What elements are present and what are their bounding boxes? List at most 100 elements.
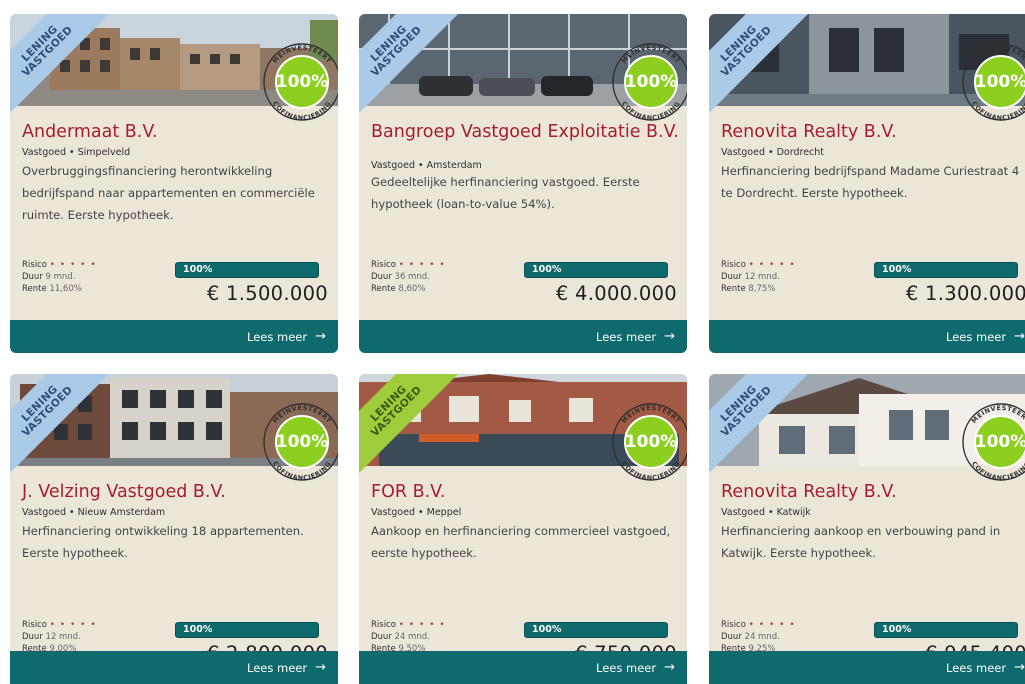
funding-progress-label: 100% [532, 624, 562, 635]
risk-dots: • • • • • [748, 620, 796, 630]
project-description: Herfinanciering aankoop en verbouwing pa… [721, 524, 1001, 560]
funding-progress-bar: 100% [175, 262, 319, 278]
arrow-right-icon: → [1014, 329, 1025, 344]
funding-progress-bar: 100% [874, 262, 1018, 278]
project-title[interactable]: Renovita Realty B.V. [721, 483, 1025, 501]
loan-facts: Risico • • • • • Duur 24 mnd. Rente 9,50… [371, 619, 446, 655]
interest-label: Rente [22, 284, 47, 294]
cofinancing-badge: MEINVESTEERT COFINANCIERING 100% [957, 398, 1025, 486]
cofinancing-badge: MEINVESTEERT COFINANCIERING 100% [258, 38, 338, 126]
read-more-label[interactable]: Lees meer [596, 661, 656, 675]
duration-value: 12 mnd. [744, 272, 780, 282]
read-more-button[interactable]: Lees meer → [709, 651, 1025, 684]
cofinancing-badge: MEINVESTEERT COFINANCIERING 100% [607, 398, 687, 486]
project-description: Aankoop en herfinanciering commercieel v… [371, 524, 671, 560]
loan-facts: Risico • • • • • Duur 36 mnd. Rente 8,60… [371, 259, 446, 295]
read-more-button[interactable]: Lees meer → [10, 651, 338, 684]
loan-facts: Risico • • • • • Duur 24 mnd. Rente 9,25… [721, 619, 796, 655]
read-more-label[interactable]: Lees meer [946, 661, 1006, 675]
project-description: Herfinanciering bedrijfspand Madame Curi… [721, 164, 1020, 200]
read-more-label[interactable]: Lees meer [247, 661, 307, 675]
badge-percent: 100% [275, 72, 329, 92]
funding-progress-label: 100% [183, 264, 213, 275]
interest-value: 8,60% [398, 284, 426, 294]
project-category: Vastgoed • Simpelveld [22, 147, 131, 158]
arrow-right-icon: → [664, 660, 675, 675]
risk-label: Risico [22, 620, 47, 630]
duration-value: 24 mnd. [394, 632, 430, 642]
risk-dots: • • • • • [398, 620, 446, 630]
duration-label: Duur [22, 272, 43, 282]
project-card[interactable]: LENING VASTGOED MEINVESTEERT COFINANCIER… [10, 14, 338, 353]
project-card[interactable]: LENING VASTGOED MEINVESTEERT COFINANCIER… [10, 374, 338, 684]
funding-progress-bar: 100% [874, 622, 1018, 638]
read-more-button[interactable]: Lees meer → [10, 320, 338, 353]
cofinancing-badge: MEINVESTEERT COFINANCIERING 100% [957, 38, 1025, 126]
interest-label: Rente [371, 284, 396, 294]
risk-label: Risico [371, 260, 396, 270]
project-title[interactable]: Bangroep Vastgoed Exploitatie B.V. [371, 123, 679, 141]
badge-percent: 100% [974, 72, 1025, 92]
read-more-button[interactable]: Lees meer → [709, 320, 1025, 353]
project-category: Vastgoed • Nieuw Amsterdam [22, 507, 166, 518]
project-card[interactable]: LENING VASTGOED MEINVESTEERT COFINANCIER… [359, 14, 687, 353]
loan-amount: € 1.300.000 [905, 282, 1025, 305]
cofinancing-badge: MEINVESTEERT COFINANCIERING 100% [607, 38, 687, 126]
project-title[interactable]: J. Velzing Vastgoed B.V. [22, 483, 330, 501]
risk-label: Risico [371, 620, 396, 630]
loan-amount: € 1.500.000 [206, 282, 328, 305]
project-category: Vastgoed • Dordrecht [721, 147, 825, 158]
risk-dots: • • • • • [748, 260, 796, 270]
risk-label: Risico [22, 260, 47, 270]
project-category: Vastgoed • Amsterdam [371, 160, 482, 171]
duration-label: Duur [371, 632, 392, 642]
project-card[interactable]: LENING VASTGOED MEINVESTEERT COFINANCIER… [709, 374, 1025, 684]
project-description: Gedeeltelijke herfinanciering vastgoed. … [371, 175, 640, 211]
badge-percent: 100% [275, 432, 329, 452]
funding-progress-label: 100% [882, 264, 912, 275]
duration-label: Duur [371, 272, 392, 282]
read-more-button[interactable]: Lees meer → [359, 320, 687, 353]
badge-percent: 100% [624, 72, 678, 92]
interest-value: 11,60% [49, 284, 82, 294]
funding-progress-label: 100% [183, 624, 213, 635]
loan-facts: Risico • • • • • Duur 12 mnd. Rente 8,75… [721, 259, 796, 295]
badge-percent: 100% [624, 432, 678, 452]
project-title[interactable]: FOR B.V. [371, 483, 679, 501]
cofinancing-badge: MEINVESTEERT COFINANCIERING 100% [258, 398, 338, 486]
project-description: Herfinanciering ontwikkeling 18 appartem… [22, 524, 304, 560]
duration-value: 24 mnd. [744, 632, 780, 642]
arrow-right-icon: → [315, 660, 326, 675]
interest-value: 8,75% [748, 284, 776, 294]
read-more-label[interactable]: Lees meer [247, 330, 307, 344]
funding-progress-label: 100% [532, 264, 562, 275]
risk-label: Risico [721, 260, 746, 270]
project-title[interactable]: Andermaat B.V. [22, 123, 330, 141]
duration-value: 36 mnd. [394, 272, 430, 282]
arrow-right-icon: → [1014, 660, 1025, 675]
risk-dots: • • • • • [49, 260, 97, 270]
arrow-right-icon: → [315, 329, 326, 344]
project-category: Vastgoed • Meppel [371, 507, 462, 518]
loan-facts: Risico • • • • • Duur 12 mnd. Rente 9,00… [22, 619, 97, 655]
project-card[interactable]: LENING VASTGOED MEINVESTEERT COFINANCIER… [709, 14, 1025, 353]
duration-value: 12 mnd. [45, 632, 81, 642]
read-more-label[interactable]: Lees meer [596, 330, 656, 344]
read-more-label[interactable]: Lees meer [946, 330, 1006, 344]
project-card[interactable]: LENING VASTGOED MEINVESTEERT COFINANCIER… [359, 374, 687, 684]
loan-facts: Risico • • • • • Duur 9 mnd. Rente 11,60… [22, 259, 97, 295]
interest-label: Rente [721, 284, 746, 294]
risk-dots: • • • • • [398, 260, 446, 270]
risk-label: Risico [721, 620, 746, 630]
read-more-button[interactable]: Lees meer → [359, 651, 687, 684]
project-title[interactable]: Renovita Realty B.V. [721, 123, 1025, 141]
risk-dots: • • • • • [49, 620, 97, 630]
funding-progress-bar: 100% [524, 622, 668, 638]
duration-label: Duur [721, 632, 742, 642]
duration-label: Duur [22, 632, 43, 642]
funding-progress-bar: 100% [175, 622, 319, 638]
loan-amount: € 4.000.000 [555, 282, 677, 305]
badge-percent: 100% [974, 432, 1025, 452]
project-description: Overbruggingsfinanciering herontwikkelin… [22, 164, 315, 222]
duration-label: Duur [721, 272, 742, 282]
